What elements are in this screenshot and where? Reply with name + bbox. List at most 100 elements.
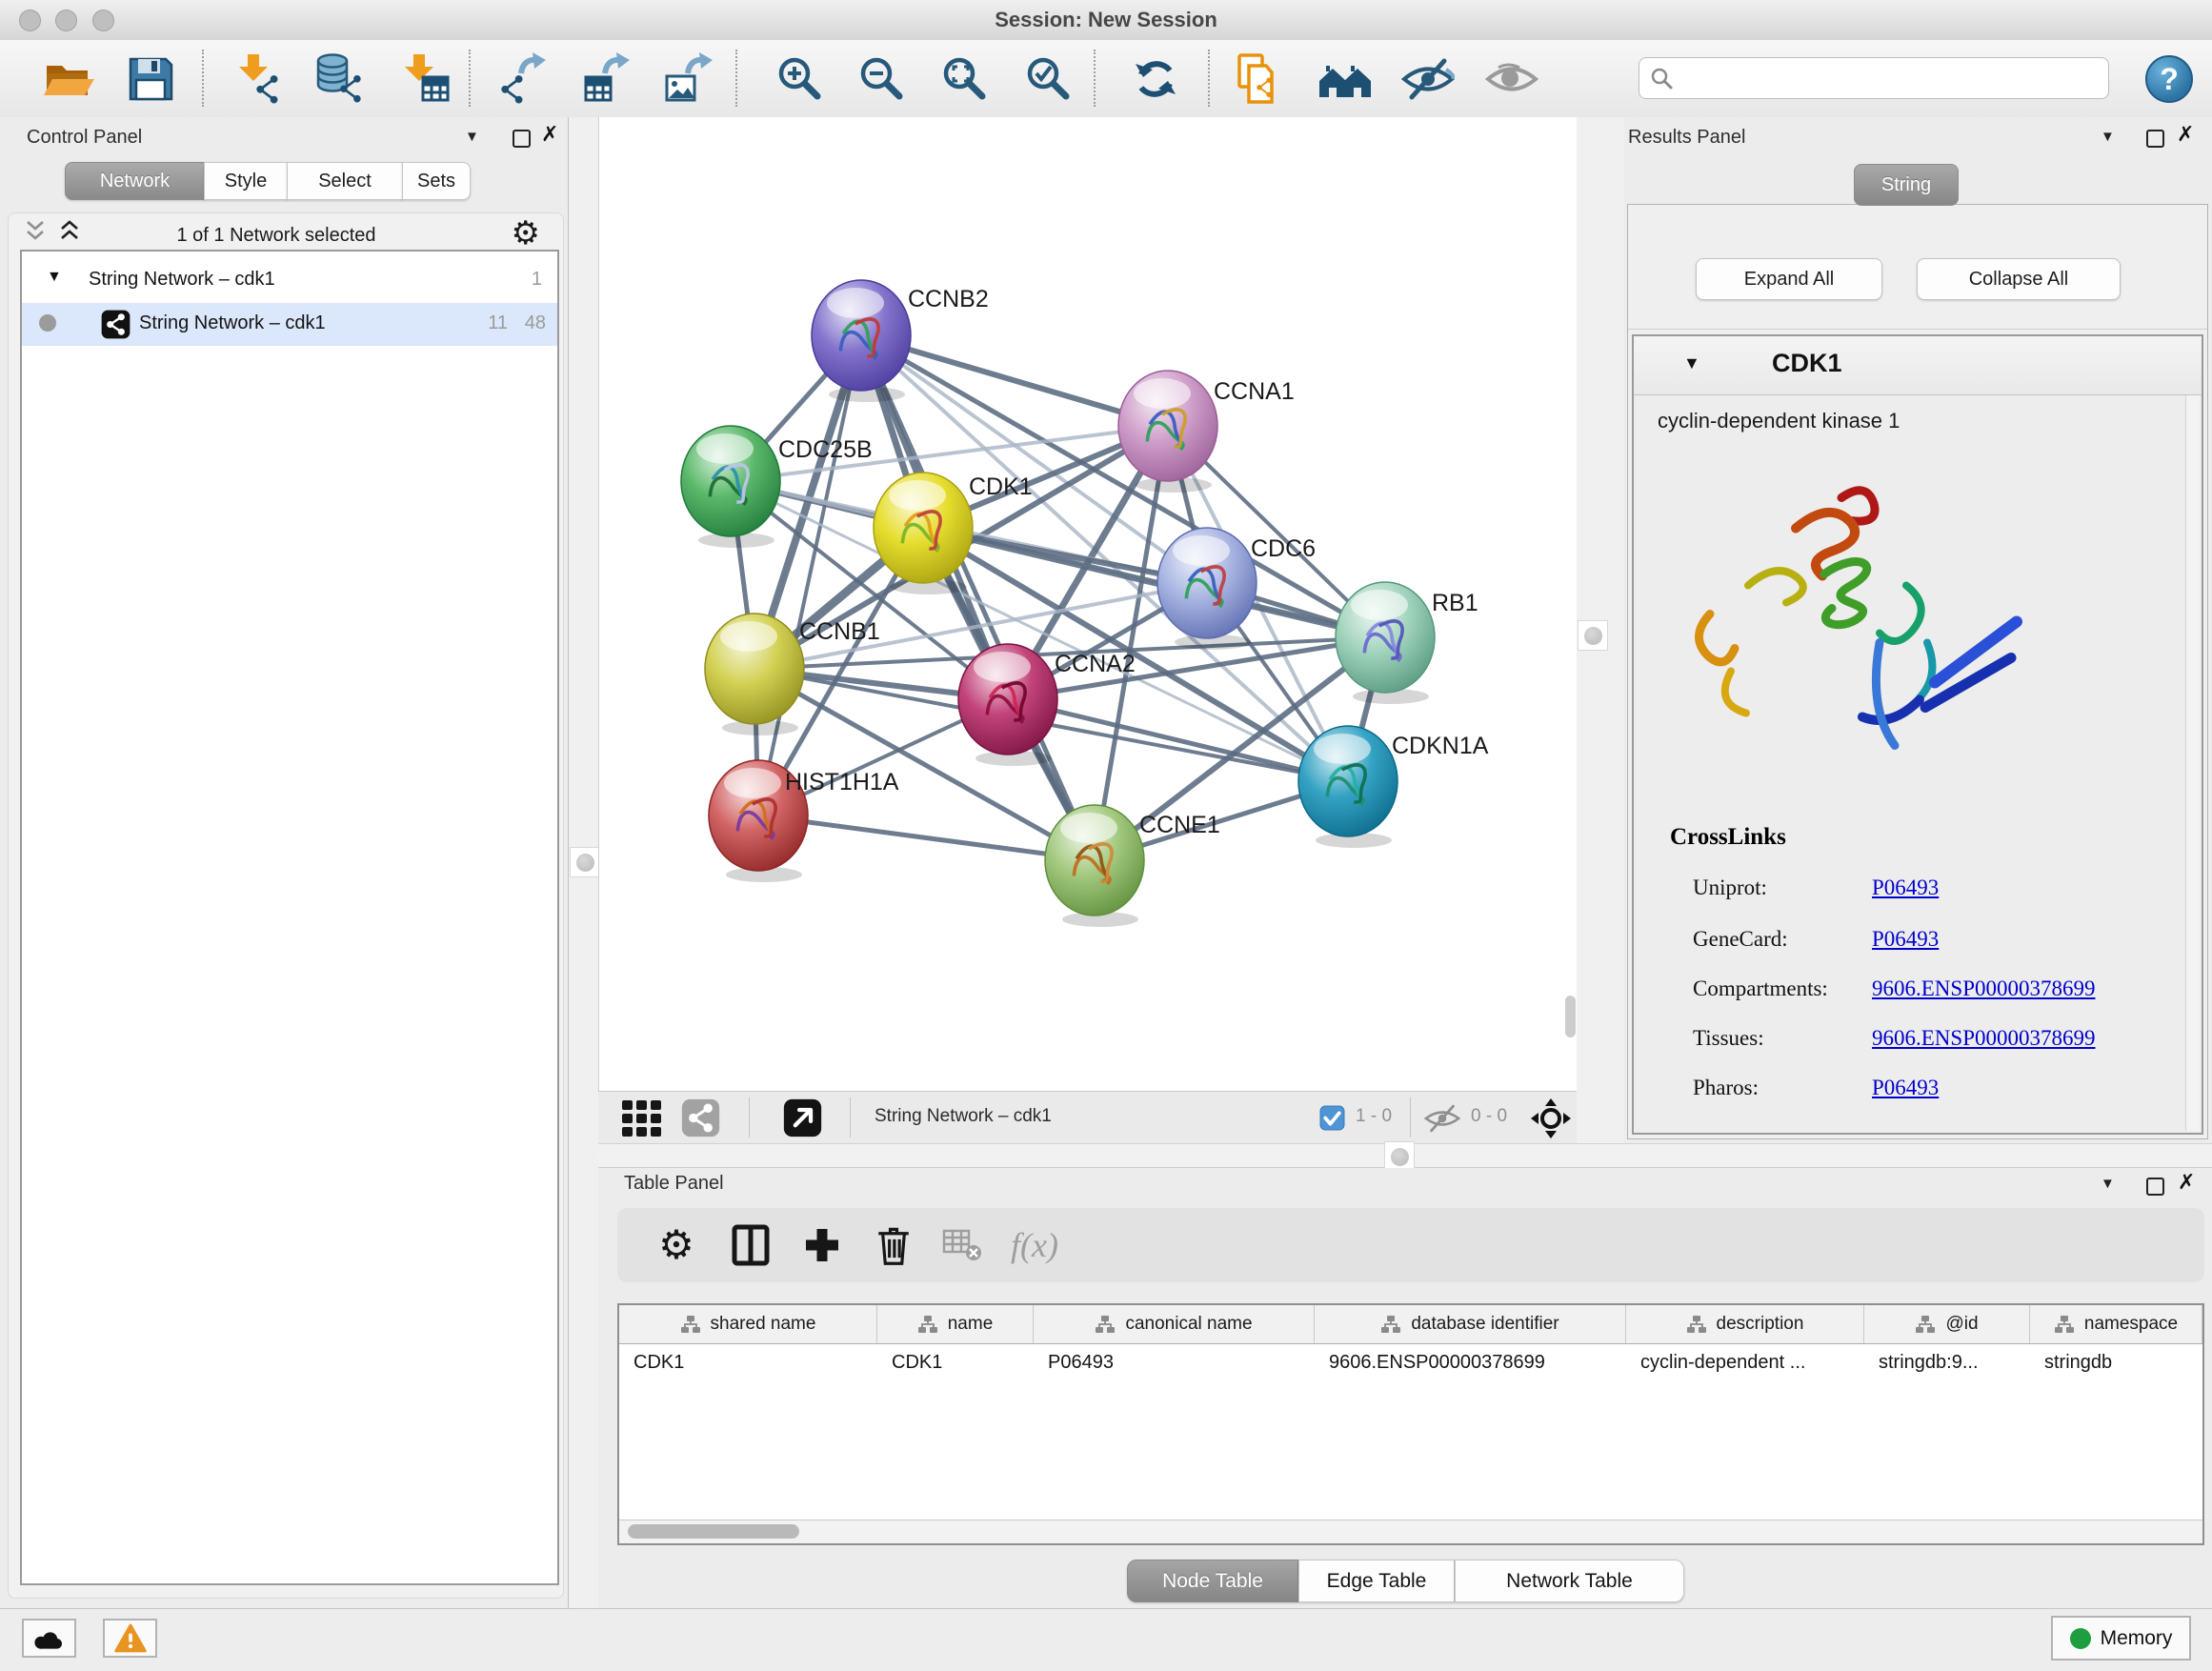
column-header-name[interactable]: name <box>877 1305 1034 1343</box>
table-cell[interactable]: cyclin-dependent ... <box>1626 1344 1864 1384</box>
add-column-icon[interactable] <box>795 1208 849 1282</box>
open-session-button[interactable] <box>40 50 97 108</box>
network-graph[interactable]: CCNB2 CCNA1 CDC25B CDK1 CDC6 RB1 CCNB1 <box>599 117 1578 1091</box>
gene-card-header[interactable]: ▼ CDK1 <box>1634 336 2202 395</box>
table-cell[interactable]: 9606.ENSP00000378699 <box>1315 1344 1626 1384</box>
table-cell[interactable]: CDK1 <box>877 1344 1034 1384</box>
right-splitter[interactable] <box>1577 117 1626 1143</box>
delete-column-icon[interactable] <box>867 1208 920 1282</box>
column-header-database-identifier[interactable]: database identifier <box>1315 1305 1626 1343</box>
table-row[interactable]: CDK1CDK1P064939606.ENSP00000378699cyclin… <box>619 1344 2202 1384</box>
export-network-button[interactable] <box>494 50 552 108</box>
column-header--id[interactable]: @id <box>1864 1305 2030 1343</box>
table-options-gear-icon[interactable]: ⚙ <box>650 1208 703 1282</box>
crosslink-value-link[interactable]: 9606.ENSP00000378699 <box>1872 976 2096 1001</box>
canvas-scrollbar-thumb[interactable] <box>1565 996 1576 1037</box>
edge-CCNB2-HIST1H1A[interactable] <box>758 335 861 815</box>
control-panel-collapse-icon[interactable]: ▼ <box>465 129 479 145</box>
open-in-window-icon[interactable] <box>783 1098 822 1137</box>
horizontal-splitter[interactable] <box>598 1143 2212 1168</box>
results-panel-collapse-icon[interactable]: ▼ <box>2101 129 2115 145</box>
node-CCNA1[interactable] <box>1118 371 1217 493</box>
network-row-selected[interactable]: String Network – cdk1 11 48 <box>22 303 557 346</box>
crosslink-value-link[interactable]: 9606.ENSP00000378699 <box>1872 1026 2096 1051</box>
network-options-gear-icon[interactable]: ⚙ <box>512 217 540 250</box>
node-CCNB2[interactable] <box>812 280 911 402</box>
import-table-file-button[interactable] <box>396 50 453 108</box>
results-scrollbar[interactable] <box>2185 395 2200 1131</box>
network-canvas[interactable]: CCNB2 CCNA1 CDC25B CDK1 CDC6 RB1 CCNB1 <box>598 117 1577 1091</box>
clone-network-button[interactable] <box>1231 50 1288 108</box>
node-RB1[interactable] <box>1336 582 1435 704</box>
tab-network-table[interactable]: Network Table <box>1455 1560 1684 1602</box>
table-cell[interactable]: stringdb:9... <box>1864 1344 2030 1384</box>
node-CCNB1[interactable] <box>705 614 804 735</box>
results-panel-float-icon[interactable] <box>2146 130 2164 148</box>
zoom-selected-button[interactable] <box>1020 50 1077 108</box>
search-input[interactable] <box>1674 67 2078 91</box>
refresh-view-button[interactable] <box>1127 50 1184 108</box>
cloud-status-button[interactable] <box>22 1619 76 1658</box>
results-panel-close-icon[interactable]: ✗ <box>2177 125 2194 144</box>
string-home-button[interactable] <box>1317 50 1374 108</box>
node-CDC25B[interactable] <box>681 426 780 548</box>
hide-selected-button[interactable] <box>1399 50 1457 108</box>
right-splitter-grip[interactable] <box>1578 620 1608 651</box>
show-columns-icon[interactable] <box>724 1208 777 1282</box>
zoom-fit-button[interactable] <box>936 50 994 108</box>
search-box[interactable] <box>1639 57 2109 99</box>
collapse-all-networks-icon[interactable] <box>24 219 47 244</box>
tab-node-table[interactable]: Node Table <box>1127 1560 1298 1602</box>
edge-HIST1H1A-CCNE1[interactable] <box>758 815 1095 860</box>
tab-sets[interactable]: Sets <box>402 162 471 200</box>
table-cell[interactable]: P06493 <box>1034 1344 1315 1384</box>
node-label-CDKN1A: CDKN1A <box>1392 733 1489 759</box>
memory-button[interactable]: Memory <box>2051 1616 2191 1661</box>
selected-checkbox-icon[interactable] <box>1319 1105 1345 1131</box>
import-network-database-button[interactable] <box>311 50 368 108</box>
node-CDKN1A[interactable] <box>1298 726 1398 848</box>
tab-style[interactable]: Style <box>204 162 288 200</box>
table-panel-float-icon[interactable] <box>2146 1178 2164 1196</box>
table-panel-collapse-icon[interactable]: ▼ <box>2101 1176 2115 1192</box>
table-hscrollbar-thumb[interactable] <box>628 1524 799 1539</box>
crosslink-value-link[interactable]: P06493 <box>1872 927 1939 952</box>
column-header-shared-name[interactable]: shared name <box>619 1305 877 1343</box>
export-image-button[interactable] <box>661 50 718 108</box>
import-network-file-button[interactable] <box>231 50 288 108</box>
left-splitter-grip[interactable] <box>570 847 600 877</box>
node-CCNE1[interactable] <box>1045 805 1144 927</box>
crosslink-value-link[interactable]: P06493 <box>1872 876 1939 900</box>
show-hidden-button[interactable] <box>1483 50 1540 108</box>
help-button[interactable]: ? <box>2145 55 2193 103</box>
save-session-button[interactable] <box>122 50 179 108</box>
table-cell[interactable]: CDK1 <box>619 1344 877 1384</box>
zoom-out-button[interactable] <box>854 50 911 108</box>
table-hscrollbar[interactable] <box>619 1520 2202 1543</box>
control-panel-close-icon[interactable]: ✗ <box>541 125 558 144</box>
tab-select[interactable]: Select <box>287 162 403 200</box>
control-panel-float-icon[interactable] <box>513 130 531 148</box>
column-header-canonical-name[interactable]: canonical name <box>1034 1305 1315 1343</box>
tab-edge-table[interactable]: Edge Table <box>1298 1560 1455 1602</box>
network-collection-row[interactable]: ▼ String Network – cdk1 1 <box>22 258 557 303</box>
tab-network[interactable]: Network <box>65 162 205 200</box>
left-splitter[interactable] <box>568 117 599 1608</box>
expand-all-button[interactable]: Expand All <box>1696 258 1882 300</box>
gene-collapse-icon[interactable]: ▼ <box>1683 353 1700 373</box>
table-panel-close-icon[interactable]: ✗ <box>2178 1173 2195 1192</box>
grid-view-icon[interactable] <box>621 1099 663 1137</box>
collection-expand-icon[interactable]: ▼ <box>47 269 62 286</box>
tab-string[interactable]: String <box>1854 164 1959 206</box>
zoom-in-button[interactable] <box>772 50 829 108</box>
collapse-all-button[interactable]: Collapse All <box>1917 258 2121 300</box>
expand-all-networks-icon[interactable] <box>58 219 81 244</box>
export-table-button[interactable] <box>578 50 635 108</box>
column-header-namespace[interactable]: namespace <box>2030 1305 2202 1343</box>
birdseye-navigator-icon[interactable] <box>1530 1097 1572 1139</box>
crosslink-value-link[interactable]: P06493 <box>1872 1076 1939 1100</box>
table-cell[interactable]: stringdb <box>2030 1344 2202 1384</box>
warnings-button[interactable] <box>103 1619 157 1658</box>
birdseye-share-icon[interactable] <box>681 1098 720 1137</box>
column-header-description[interactable]: description <box>1626 1305 1864 1343</box>
